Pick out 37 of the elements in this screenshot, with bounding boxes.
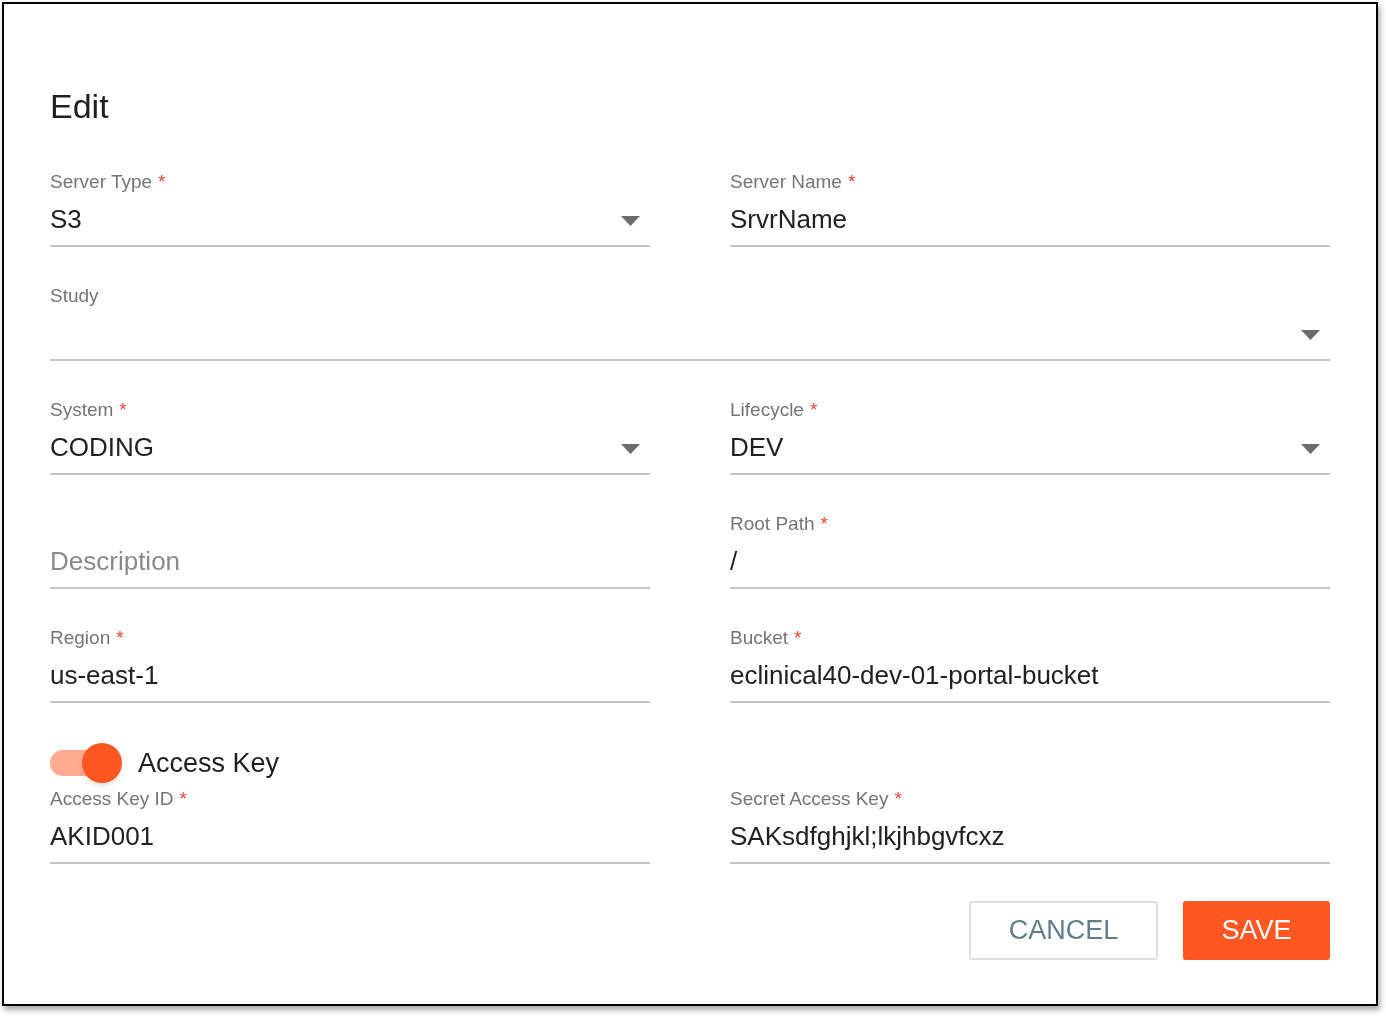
toggle-switch[interactable] (50, 743, 122, 783)
cancel-button[interactable]: CANCEL (969, 901, 1158, 960)
input-field[interactable]: Description (50, 536, 650, 589)
field-label: Server Type (50, 169, 153, 194)
select-field[interactable]: CODING (50, 422, 650, 475)
field-label: Study (50, 283, 99, 308)
required-asterisk: * (894, 786, 902, 811)
field-label: System (50, 397, 114, 422)
required-asterisk: * (847, 169, 856, 194)
field-label: Lifecycle (730, 397, 804, 422)
input-field[interactable]: eclinical40-dev-01-portal-bucket (730, 650, 1330, 703)
dialog-title: Edit (50, 86, 110, 126)
required-asterisk: * (794, 625, 802, 650)
required-asterisk: * (116, 625, 124, 650)
field-label: Root Path (730, 511, 815, 536)
input-field[interactable]: AKID001 (50, 811, 650, 864)
toggle-label: Access Key (138, 746, 280, 780)
dropdown-caret-icon (1301, 444, 1320, 454)
required-asterisk: * (809, 397, 818, 422)
field-label: Access Key ID (50, 786, 174, 811)
field-label: Bucket (730, 625, 789, 650)
required-asterisk: * (179, 786, 187, 811)
input-field[interactable]: SrvrName (730, 194, 1330, 247)
select-field[interactable]: S3 (50, 194, 650, 247)
input-field[interactable]: SAKsdfghjkl;lkjhbgvfcxz (730, 811, 1330, 864)
dropdown-caret-icon (621, 444, 640, 454)
dropdown-caret-icon (621, 216, 640, 226)
select-field[interactable]: DEV (730, 422, 1330, 475)
required-asterisk: * (119, 397, 127, 422)
required-asterisk: * (158, 169, 166, 194)
required-asterisk: * (820, 511, 828, 536)
field-label: Region (50, 625, 111, 650)
field-label: Secret Access Key (730, 786, 889, 811)
dropdown-caret-icon (1301, 330, 1320, 340)
input-field[interactable]: us-east-1 (50, 650, 650, 703)
input-field[interactable]: / (730, 536, 1330, 589)
field-label: Server Name (730, 169, 842, 194)
